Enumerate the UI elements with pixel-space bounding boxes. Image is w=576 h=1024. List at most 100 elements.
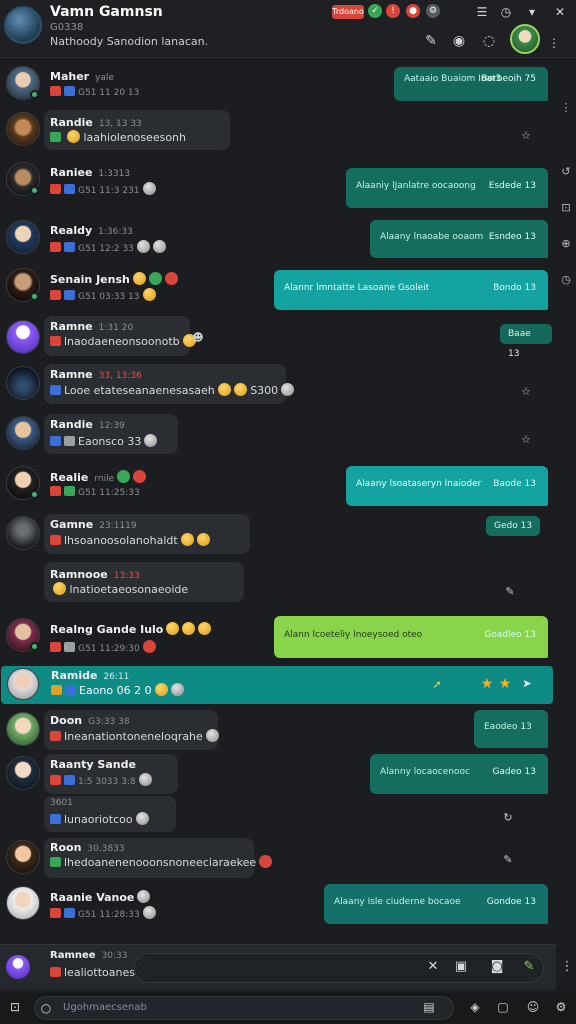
tools-icon[interactable]: ✎ [420, 30, 442, 52]
sender-name[interactable]: Randie 13, 13 33 [50, 116, 142, 129]
user-avatar[interactable] [6, 712, 40, 746]
grid-icon[interactable]: ◈ [466, 998, 484, 1016]
expand-icon[interactable]: ▾ [524, 4, 540, 20]
timer-icon[interactable]: ◷ [558, 272, 574, 288]
outgoing-bubble[interactable]: Alanny locaocenooc Gadeo 13 [370, 754, 548, 794]
user-avatar[interactable] [6, 516, 40, 550]
star-icon[interactable]: ★ [497, 676, 513, 692]
outgoing-bubble[interactable]: Alaany lnaoabe ooaom Esndeo 13 [370, 220, 548, 258]
attach-icon[interactable]: ✎ [502, 584, 518, 600]
sender-name[interactable]: Raanty Sande [50, 758, 136, 771]
outgoing-bubble[interactable]: Aataaio Buaiom Inat3 Borbeoih 75 [394, 67, 548, 101]
user-avatar[interactable] [6, 416, 40, 450]
message-row[interactable]: Doon G3:33 38 Ineanationtoneneloqrahe Eao… [0, 708, 552, 754]
more-icon[interactable]: ⋮ [558, 100, 574, 116]
outgoing-bubble[interactable]: Eaodeo 13 [474, 710, 548, 748]
chat-title[interactable]: Vamn Gamnsn [50, 4, 163, 20]
sticker-icon[interactable]: ☺ [524, 998, 542, 1016]
sender-name[interactable]: Doon G3:33 38 [50, 714, 130, 727]
sender-name[interactable]: Ramne 1:31 20 [50, 320, 133, 333]
star-icon[interactable]: ★ [479, 676, 495, 692]
pin-icon[interactable]: ➚ [429, 677, 445, 693]
star-icon[interactable]: ☆ [518, 432, 534, 448]
message-row[interactable]: Randie 12:39 Eaonsco 33 ☆ [0, 412, 552, 462]
sender-name[interactable]: Realdy 1:36:33 [50, 224, 133, 237]
sender-name[interactable]: Ramnooe 13:33 [50, 568, 140, 581]
message-row[interactable]: Ramne 1:31 20 lnaodaeneonsoonotb ☻ Baae 1… [0, 314, 552, 360]
emoji-icon[interactable]: ▢ [494, 998, 512, 1016]
sender-name[interactable]: Realng Gande Iulo [50, 622, 212, 636]
user-avatar[interactable] [6, 320, 40, 354]
status-badge[interactable]: Trdoano [332, 5, 364, 19]
settings-icon[interactable]: ⚙ [552, 998, 570, 1016]
sender-name[interactable]: Ramide 26:11 [51, 669, 129, 682]
sender-name[interactable]: Senain Jensh [50, 272, 178, 286]
menu-icon[interactable]: ☰ [474, 4, 490, 20]
message-row[interactable]: Ramne 33, 13:36 Looe etateseanaenesasaeh … [0, 362, 552, 410]
message-row[interactable]: Gamne 23:1119 lhsoanoosolanohaldt Gedo 13 [0, 512, 552, 558]
message-row[interactable]: Roon 30.3833 lhedoanenenooonsnoneeciaraek… [0, 836, 552, 880]
attach-icon[interactable]: ▤ [420, 998, 438, 1016]
reply-icon[interactable]: ↻ [500, 810, 516, 826]
sender-name[interactable]: Randie 12:39 [50, 418, 125, 431]
close-icon[interactable]: ✕ [552, 4, 568, 20]
self-avatar[interactable] [510, 24, 540, 54]
camera-icon[interactable]: ◙ [488, 958, 506, 976]
sender-name[interactable]: Maher yale [50, 70, 114, 83]
composer-avatar[interactable] [6, 955, 30, 979]
message-row[interactable]: Raniee 1:3313 G51 11:3 231 Alaaniy lJanla… [0, 158, 552, 214]
send-icon[interactable]: ➤ [519, 676, 535, 692]
user-avatar[interactable] [6, 840, 40, 874]
group-avatar[interactable] [4, 6, 42, 44]
image-icon[interactable]: ▣ [452, 958, 470, 976]
user-avatar[interactable] [6, 366, 40, 400]
account-icon[interactable]: ◉ [448, 30, 470, 52]
mute-icon[interactable]: ✕ [424, 958, 442, 976]
user-avatar[interactable] [7, 668, 39, 700]
message-row[interactable]: Realng Gande Iulo G51 11:29:30 Alann lco… [0, 614, 552, 666]
message-row[interactable]: Realdy 1:36:33 G51 12:2 33 Alaany lnaoabe… [0, 216, 552, 266]
share-icon[interactable]: ⊕ [558, 236, 574, 252]
message-row[interactable]: Raanty Sande 1:5 3033 3:8 Alanny locaoce… [0, 754, 552, 794]
selected-message-row[interactable]: Ramide 26:11 Eaono 06 2 0 ➚ ★ ★ ➤ [1, 666, 553, 704]
message-feed[interactable]: Maher yale G51 11 20 13 Aataaio Buaiom In… [0, 58, 556, 944]
more-icon[interactable]: ⋮ [558, 958, 576, 976]
emoji-icon[interactable]: ☻ [190, 330, 206, 346]
lock-icon[interactable]: ⊡ [6, 998, 24, 1016]
outgoing-bubble[interactable]: Alannr lmntatte Lasoane Gsoleit Bondo 13 [274, 270, 548, 310]
message-row[interactable]: Ramnooe 13:33 lnatioetaeosonaeoide ✎ [0, 560, 552, 608]
outgoing-bubble[interactable]: Alaany Isle ciuderne bocaoe Gondoe 13 [324, 884, 548, 924]
sender-name[interactable]: Gamne 23:1119 [50, 518, 137, 531]
history-icon[interactable]: ◷ [498, 4, 514, 20]
sender-name[interactable]: Realie rnile [50, 470, 147, 484]
sender-name[interactable]: Raniee 1:3313 [50, 166, 130, 179]
message-row[interactable]: Raanie Vanoe G51 11:28:33 Alaany Isle ci… [0, 882, 552, 934]
outgoing-bubble[interactable]: Alann lcoeteliy lnoeysoed oteo Goadleo 1… [274, 616, 548, 658]
user-avatar[interactable] [6, 756, 40, 790]
user-avatar[interactable] [6, 886, 40, 920]
user-avatar[interactable] [6, 112, 40, 146]
star-icon[interactable]: ☆ [518, 128, 534, 144]
message-row[interactable]: Randie 13, 13 33 laahiolenoseesonh ☆ [0, 108, 552, 154]
alert-icon[interactable]: ! [386, 4, 400, 18]
sender-name[interactable]: Roon 30.3833 [50, 841, 125, 854]
outgoing-bubble[interactable]: Alaaniy lJanlatre oocaoong Esdede 13 [346, 168, 548, 208]
record-icon[interactable]: ● [406, 4, 420, 18]
settings-icon[interactable]: ⚙ [426, 4, 440, 18]
star-icon[interactable]: ☆ [518, 384, 534, 400]
user-avatar[interactable] [6, 220, 40, 254]
message-row[interactable]: 3601 lunaoriotcoo ↻ [0, 796, 552, 834]
sender-name[interactable]: Ramne 33, 13:36 [50, 368, 142, 381]
chat-icon[interactable]: ◌ [478, 30, 500, 52]
message-row[interactable]: Senain Jensh G51 03:33 13 Alannr lmntatt… [0, 266, 552, 318]
tag-badge[interactable]: Baae 13 [500, 324, 552, 359]
tag-badge[interactable]: Gedo 13 [486, 516, 541, 536]
search-input[interactable]: ○ Ugohmaecsenab [34, 996, 454, 1020]
sender-name[interactable]: Raanie Vanoe [50, 890, 151, 904]
send-icon[interactable]: ✎ [520, 958, 538, 976]
attach-icon[interactable]: ✎ [500, 852, 516, 868]
history-icon[interactable]: ↺ [558, 164, 574, 180]
more-icon[interactable]: ⋮ [548, 32, 560, 54]
message-row[interactable]: Realie rnile G51 11:25:33 Alaany lsoatase… [0, 462, 552, 512]
outgoing-bubble[interactable]: Alaany lsoataseryn lnaioder Baode 13 [346, 466, 548, 506]
